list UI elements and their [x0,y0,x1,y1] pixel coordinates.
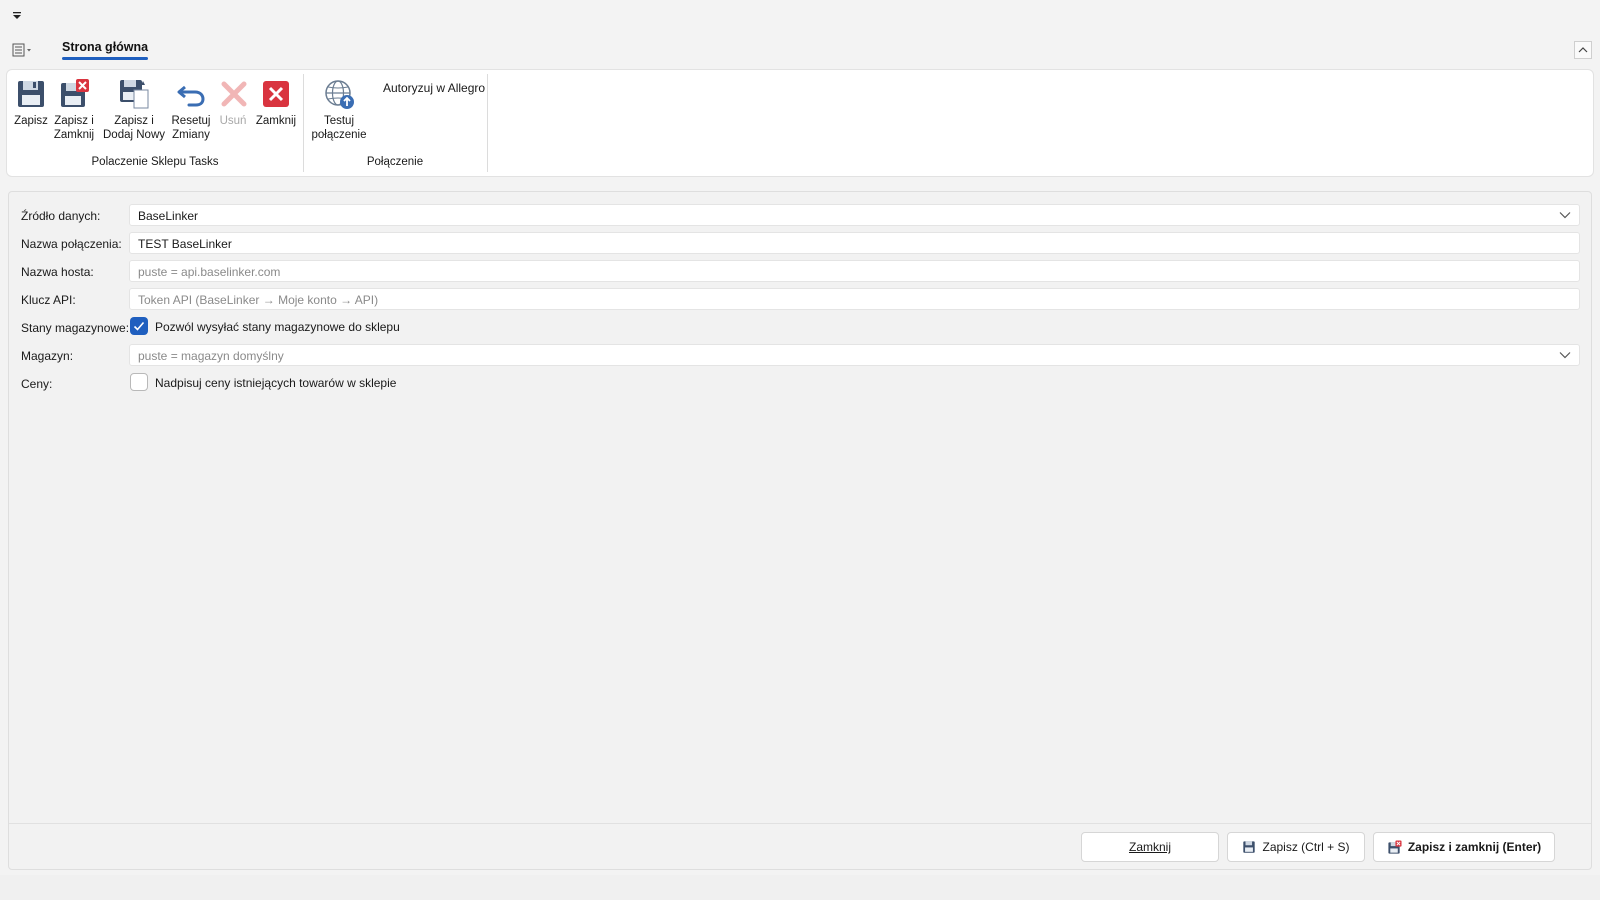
row-host: Nazwa hosta: puste = api.baselinker.com [9,260,1593,284]
stock-checkbox[interactable] [130,317,148,335]
warehouse-placeholder: puste = magazyn domyślny [138,349,284,363]
ribbon-collapse-button[interactable] [1574,41,1592,59]
footer-save-and-close-button[interactable]: Zapisz i zamknij (Enter) [1373,832,1555,862]
prices-checkbox[interactable] [130,373,148,391]
globe-upload-icon [325,80,354,109]
floppy-icon [18,81,44,107]
save-and-close-label: Zapisz i Zamknij [53,115,95,141]
footer-save-button[interactable]: Zapisz (Ctrl + S) [1227,832,1365,862]
tab-home[interactable]: Strona główna [62,40,149,60]
undo-icon [177,85,205,107]
close-label: Zamknij [255,115,297,127]
tab-home-label: Strona główna [62,40,149,54]
prices-checkbox-label[interactable]: Nadpisuj ceny istniejących towarów w skl… [155,376,396,390]
api-key-label: Klucz API: [21,293,76,307]
save-button[interactable]: Zapisz [12,78,50,128]
floppy-icon [1243,841,1256,853]
group-label-shop-connection: Polaczenie Sklepu Tasks [91,156,219,168]
status-bar [0,875,1600,900]
chevron-down-icon [1559,212,1571,219]
host-label: Nazwa hosta: [21,265,94,279]
tab-active-indicator [62,57,149,60]
row-data-source: Źródło danych: BaseLinker [9,204,1593,228]
test-connection-label: Testuj połączenie [311,115,367,141]
authorize-allegro-button[interactable]: Autoryzuj w Allegro [383,81,485,95]
close-button[interactable]: Zamknij [254,78,298,128]
floppy-new-icon [120,80,149,109]
data-source-select[interactable]: BaseLinker [129,204,1580,226]
connection-name-input[interactable]: TEST BaseLinker [129,232,1580,254]
delete-x-icon [221,81,247,107]
checkmark-icon [133,321,145,331]
chevron-down-icon [1559,352,1571,359]
row-connection-name: Nazwa połączenia: TEST BaseLinker [9,232,1593,256]
save-and-new-button[interactable]: Zapisz i Dodaj Nowy [99,78,169,142]
warehouse-select[interactable]: puste = magazyn domyślny [129,344,1580,366]
form-panel: Źródło danych: BaseLinker Nazwa połączen… [8,191,1592,870]
close-red-icon [263,81,289,107]
floppy-close-icon [61,79,89,107]
save-and-new-label: Zapisz i Dodaj Nowy [103,115,165,141]
footer-save-label: Zapisz (Ctrl + S) [1262,840,1350,854]
connection-name-label: Nazwa połączenia: [21,237,122,251]
data-source-label: Źródło danych: [21,209,101,223]
warehouse-label: Magazyn: [21,349,74,363]
row-api-key: Klucz API: Token API (BaseLinker → Moje … [9,288,1593,312]
test-connection-button[interactable]: Testuj połączenie [309,78,369,142]
row-prices: Ceny: Nadpisuj ceny istniejących towarów… [9,372,1593,396]
chevron-up-icon [1578,47,1588,53]
save-button-label: Zapisz [14,115,48,127]
group-label-connection: Połączenie [366,156,424,168]
row-warehouse: Magazyn: puste = magazyn domyślny [9,344,1593,368]
footer-close-label: Zamknij [1128,840,1171,854]
group-separator [487,74,488,172]
quick-access-dropdown-icon[interactable] [10,8,24,22]
footer-divider [9,823,1591,824]
row-stock: Stany magazynowe: Pozwól wysyłać stany m… [9,316,1593,340]
footer-save-and-close-label: Zapisz i zamknij (Enter) [1407,840,1542,854]
ribbon-panel: Zapisz Zapisz i Zamknij Zapisz i Dodaj N… [6,69,1594,177]
data-source-value: BaseLinker [138,209,199,223]
stock-label: Stany magazynowe: [21,321,130,335]
api-key-input[interactable]: Token API (BaseLinker → Moje konto → API… [129,288,1580,310]
stock-checkbox-label[interactable]: Pozwól wysyłać stany magazynowe do sklep… [155,320,400,334]
floppy-close-icon [1388,839,1402,854]
prices-label: Ceny: [21,377,53,391]
delete-button[interactable]: Usuń [218,78,248,128]
reset-changes-button[interactable]: Resetuj Zmiany [171,78,211,142]
list-menu-icon[interactable] [12,42,36,58]
delete-label: Usuń [219,115,247,127]
ribbon-tab-bar: Strona główna [0,36,1600,64]
reset-changes-label: Resetuj Zmiany [171,115,211,141]
host-input[interactable]: puste = api.baselinker.com [129,260,1580,282]
save-and-close-button[interactable]: Zapisz i Zamknij [52,78,96,142]
footer-close-button[interactable]: Zamknij [1081,832,1219,862]
